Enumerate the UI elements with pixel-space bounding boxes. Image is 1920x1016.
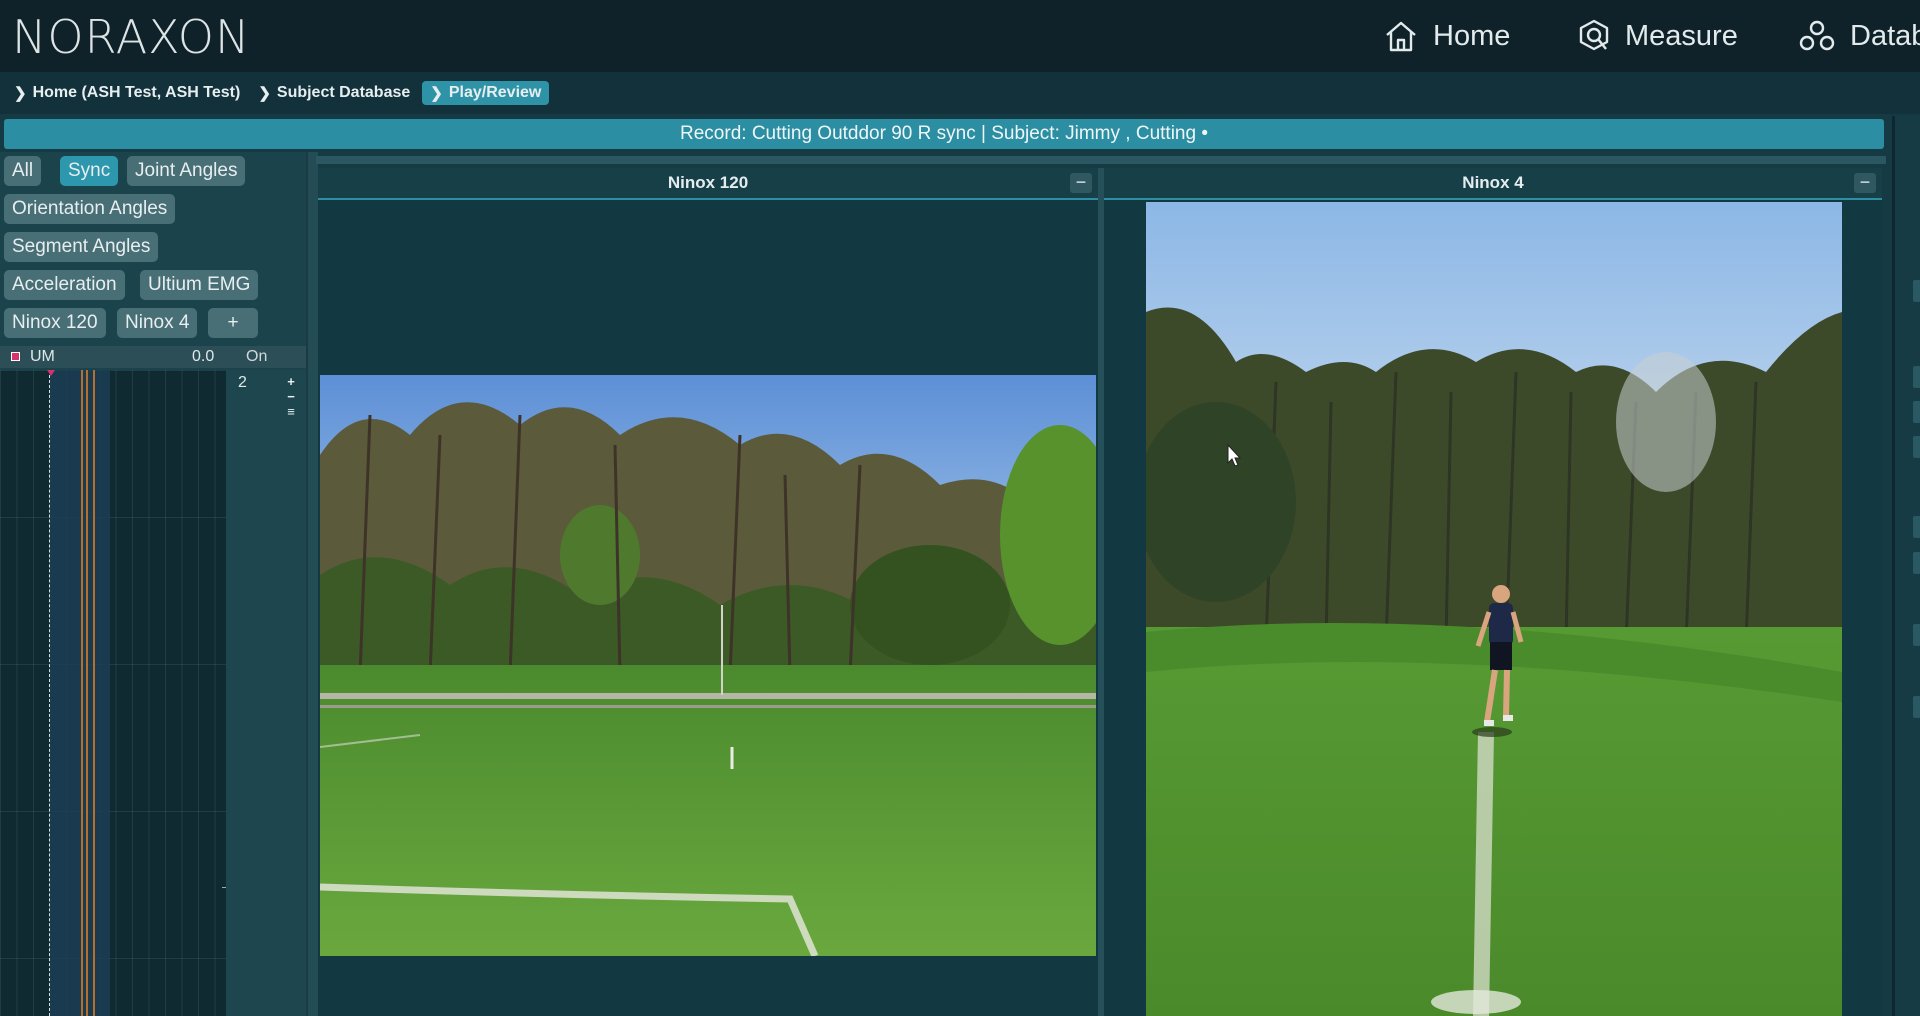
channel-name: UM <box>30 348 55 365</box>
zoom-in-button[interactable]: + <box>285 375 297 388</box>
video-area-header <box>316 156 1886 164</box>
filter-orientation-angles[interactable]: Orientation Angles <box>4 194 176 224</box>
graph-marker-line <box>93 370 95 1016</box>
right-side-strip <box>1892 116 1920 1016</box>
breadcrumb-play-review-label: Play/Review <box>448 84 542 101</box>
video-frame-field <box>320 375 1096 956</box>
chevron-right-icon: ❯ <box>258 85 271 102</box>
video-ninox-4[interactable] <box>1146 202 1842 1016</box>
database-icon <box>1799 20 1835 51</box>
add-filter-button[interactable]: + <box>208 308 258 338</box>
video-frame-runner <box>1146 202 1842 1016</box>
nav-measure-label: Measure <box>1625 19 1738 52</box>
zoom-out-button[interactable]: − <box>285 390 297 403</box>
filter-acceleration[interactable]: Acceleration <box>4 270 125 300</box>
channel-value: 0.0 <box>192 348 215 365</box>
minimize-pane-button[interactable]: − <box>1854 173 1876 193</box>
side-tab[interactable] <box>1913 624 1920 646</box>
filter-segment-angles[interactable]: Segment Angles <box>4 232 159 262</box>
side-tab[interactable] <box>1913 696 1920 718</box>
channel-graph[interactable] <box>0 370 226 1016</box>
nav-home[interactable]: Home <box>1383 0 1510 72</box>
breadcrumb-home[interactable]: ❯ Home (ASH Test, ASH Test) <box>14 84 240 102</box>
record-info-bar: Record: Cutting Outddor 90 R sync | Subj… <box>4 119 1884 149</box>
minimize-pane-button[interactable]: − <box>1070 173 1092 193</box>
video-pane-ninox-120: Ninox 120 − <box>318 168 1098 1016</box>
chevron-right-icon: ❯ <box>430 85 443 102</box>
filter-ninox-120[interactable]: Ninox 120 <box>4 308 106 338</box>
nav-database-label: Datab <box>1850 19 1920 52</box>
filter-all[interactable]: All <box>4 156 42 186</box>
side-tab[interactable] <box>1913 366 1920 388</box>
time-cursor-handle[interactable] <box>47 370 55 376</box>
top-bar: NORAXON Home Measure Datab <box>0 0 1920 72</box>
home-icon <box>1386 21 1416 52</box>
video-ninox-120[interactable] <box>320 375 1096 956</box>
channel-color-marker <box>11 352 20 361</box>
video-pane-ninox-4: Ninox 4 − <box>1104 168 1882 1016</box>
panel-splitter[interactable] <box>306 152 318 1016</box>
breadcrumb-subject-database[interactable]: ❯ Subject Database <box>258 84 410 102</box>
graph-marker-line <box>86 370 88 1016</box>
filter-sync[interactable]: Sync <box>60 156 119 186</box>
channel-state[interactable]: On <box>246 348 267 366</box>
side-tab[interactable] <box>1913 552 1920 574</box>
time-cursor-line[interactable] <box>49 370 50 1016</box>
scale-value: 2 <box>238 374 247 391</box>
nav-measure[interactable]: Measure <box>1577 0 1738 72</box>
pane-title: Ninox 120 <box>318 168 1098 200</box>
noraxon-logo: NORAXON <box>12 10 251 64</box>
breadcrumb-home-label: Home (ASH Test, ASH Test) <box>32 84 241 101</box>
breadcrumb: ❯ Home (ASH Test, ASH Test) ❯ Subject Da… <box>0 72 1920 114</box>
side-tab[interactable] <box>1913 401 1920 423</box>
side-tab[interactable] <box>1913 280 1920 302</box>
nav-database[interactable]: Datab <box>1798 0 1920 72</box>
channel-row-um[interactable]: UM 0.0 On <box>0 346 306 368</box>
graph-marker-line <box>81 370 83 1016</box>
channel-scale: 2 + − ≡ <box>226 370 306 1016</box>
nav-home-label: Home <box>1433 19 1511 52</box>
channel-panel: All Sync Joint Angles Orientation Angles… <box>0 152 306 1016</box>
filter-ultium-emg[interactable]: Ultium EMG <box>140 270 259 300</box>
pane-title: Ninox 4 <box>1104 168 1882 200</box>
filter-joint-angles[interactable]: Joint Angles <box>127 156 246 186</box>
side-tab[interactable] <box>1913 436 1920 458</box>
channel-menu-button[interactable]: ≡ <box>285 405 297 418</box>
measure-icon <box>1579 19 1609 51</box>
filter-ninox-4[interactable]: Ninox 4 <box>117 308 198 338</box>
chevron-right-icon: ❯ <box>14 85 27 102</box>
breadcrumb-play-review[interactable]: ❯ Play/Review <box>422 81 550 105</box>
breadcrumb-subject-database-label: Subject Database <box>276 84 411 101</box>
side-tab[interactable] <box>1913 516 1920 538</box>
graph-highlight-band <box>50 370 110 1016</box>
